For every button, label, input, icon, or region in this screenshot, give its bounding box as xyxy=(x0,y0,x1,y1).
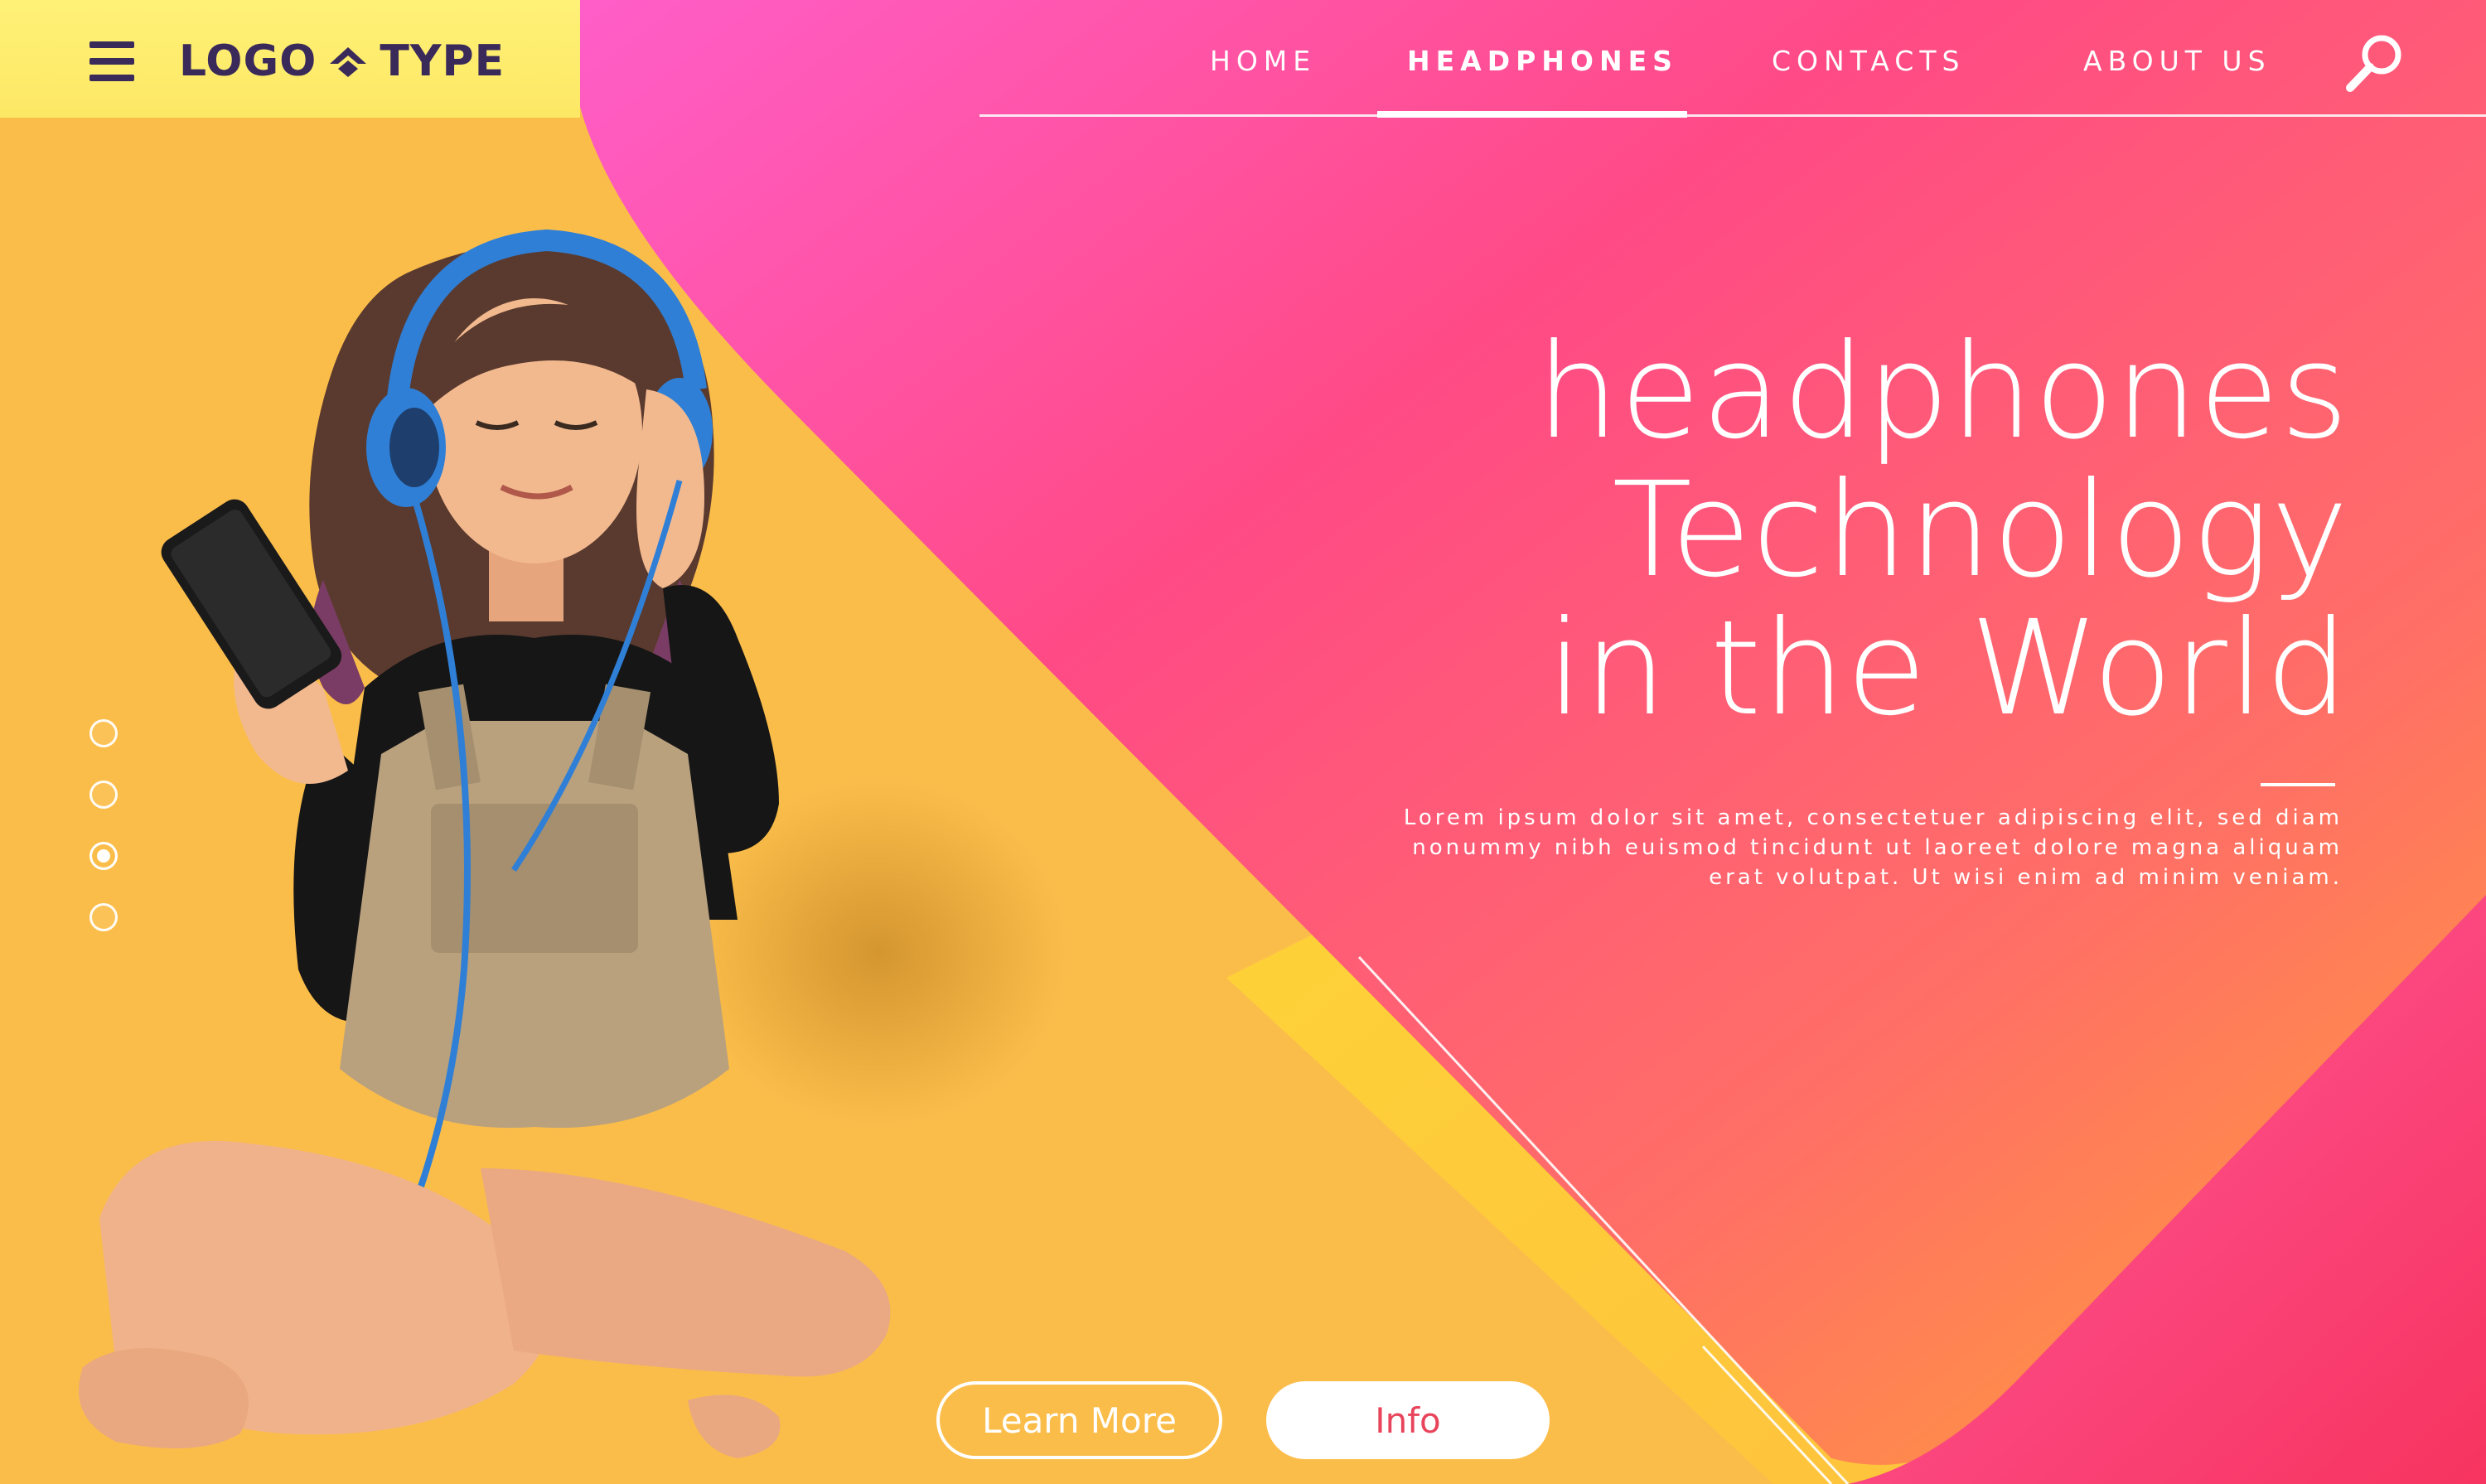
logo-arrow-icon xyxy=(330,47,367,77)
logo-text-right: TYPE xyxy=(380,36,505,86)
header-logo-area: LOGO TYPE xyxy=(89,36,505,86)
hero-title-line-1: headphones xyxy=(1536,316,2349,468)
logo[interactable]: LOGO TYPE xyxy=(179,36,505,86)
landing-page: LOGO TYPE HOME HEADPHONES CONTACTS ABOUT… xyxy=(0,0,2486,1484)
nav-active-indicator xyxy=(1377,111,1687,118)
slider-dot-2[interactable] xyxy=(89,781,118,809)
hamburger-icon[interactable] xyxy=(89,41,134,81)
hero-divider xyxy=(2261,783,2335,786)
nav-item-about-us[interactable]: ABOUT US xyxy=(2083,45,2271,77)
hero-title-line-3: in the World xyxy=(1546,592,2349,745)
slider-dot-3-active[interactable] xyxy=(89,842,118,870)
hero-description-line-1: Lorem ipsum dolor sit amet, consectetuer… xyxy=(1403,805,2343,830)
slider-dots xyxy=(89,719,124,964)
learn-more-button[interactable]: Learn More xyxy=(936,1381,1222,1459)
hero-title-line-2: Technology xyxy=(1612,454,2349,607)
slider-dot-4[interactable] xyxy=(89,903,118,931)
hero-description-line-2: nonummy nibh euismod tincidunt ut laoree… xyxy=(1412,835,2343,860)
nav-item-home[interactable]: HOME xyxy=(1210,45,1316,77)
hero-title: headphones Technology in the World xyxy=(1189,323,2349,738)
hero-description-line-3: erat volutpat. Ut wisi enim ad minim ven… xyxy=(1709,865,2343,890)
hero-description: Lorem ipsum dolor sit amet, consectetuer… xyxy=(1348,803,2343,892)
nav-underline xyxy=(979,114,2486,117)
nav-item-contacts[interactable]: CONTACTS xyxy=(1772,45,1965,77)
search-icon[interactable] xyxy=(2342,30,2408,96)
info-button[interactable]: Info xyxy=(1266,1381,1550,1459)
hero-photo-girl-with-headphones xyxy=(79,229,891,1458)
slider-dot-1[interactable] xyxy=(89,719,118,747)
nav-item-headphones[interactable]: HEADPHONES xyxy=(1407,45,1678,77)
logo-text-left: LOGO xyxy=(179,36,317,86)
